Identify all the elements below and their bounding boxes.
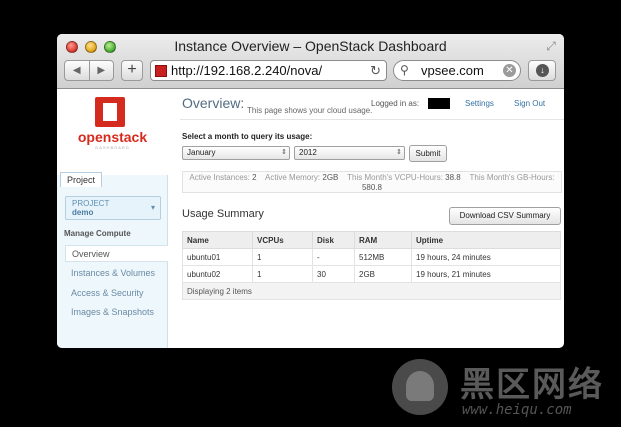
table-row[interactable]: ubuntu01 1 - 512MB 19 hours, 24 minutes	[182, 248, 561, 266]
logo-text: openstack	[77, 129, 148, 145]
active-memory-label: Active Memory:	[265, 173, 321, 182]
cell-ram: 512MB	[354, 248, 412, 266]
page-content: openstack DASHBOARD Project PROJECT demo…	[57, 89, 564, 348]
settings-link[interactable]: Settings	[465, 99, 494, 108]
reload-icon[interactable]: ↻	[370, 63, 381, 79]
column-header-name[interactable]: Name	[182, 231, 253, 249]
cell-name: ubuntu01	[182, 248, 253, 266]
cell-uptime: 19 hours, 24 minutes	[411, 248, 561, 266]
cell-disk: -	[312, 248, 355, 266]
search-icon[interactable]: ⚲	[400, 63, 409, 77]
openstack-logo[interactable]: openstack DASHBOARD	[57, 89, 168, 175]
watermark-logo-icon	[392, 359, 448, 415]
sidebar-item-images-snapshots[interactable]: Images & Snapshots	[65, 304, 168, 321]
vcpu-hours-label: This Month's VCPU-Hours:	[347, 173, 443, 182]
cell-name: ubuntu02	[182, 265, 253, 283]
cell-uptime: 19 hours, 21 minutes	[411, 265, 561, 283]
manage-compute-heading: Manage Compute	[64, 229, 131, 238]
main-content: Overview: This page shows your cloud usa…	[168, 89, 564, 348]
sidebar: openstack DASHBOARD Project PROJECT demo…	[57, 89, 168, 348]
project-select-value: demo	[72, 208, 94, 217]
tab-project[interactable]: Project	[60, 172, 103, 187]
forward-arrow-icon[interactable]: ▶	[90, 61, 114, 80]
watermark-cn-text: 黑区网络	[460, 365, 604, 405]
browser-window: Instance Overview – OpenStack Dashboard …	[57, 34, 564, 348]
fullscreen-icon[interactable]: ⤢	[544, 39, 558, 53]
submit-button[interactable]: Submit	[409, 145, 447, 162]
project-select-label: PROJECT	[72, 199, 110, 208]
column-header-uptime[interactable]: Uptime	[411, 231, 561, 249]
gb-hours-value: 580.8	[361, 183, 383, 192]
year-select-value: 2012	[299, 148, 317, 157]
watermark: 黑区网络 www.heiqu.com	[392, 355, 618, 425]
search-text[interactable]: vpsee.com	[421, 63, 484, 78]
year-select[interactable]: 2012 ⇕	[294, 146, 405, 160]
sidebar-item-access-security[interactable]: Access & Security	[65, 285, 168, 302]
back-forward-buttons: ◀ ▶	[64, 60, 114, 81]
month-select[interactable]: January ⇕	[182, 146, 290, 160]
vcpu-hours-value: 38.8	[445, 173, 461, 182]
column-header-disk[interactable]: Disk	[312, 231, 355, 249]
window-title: Instance Overview – OpenStack Dashboard	[174, 38, 447, 54]
gb-hours-label: This Month's GB-Hours:	[469, 173, 555, 182]
sidebar-item-instances-volumes[interactable]: Instances & Volumes	[65, 265, 168, 282]
select-arrows-icon: ⇕	[281, 149, 287, 156]
project-select[interactable]: PROJECT demo ▾	[65, 196, 161, 220]
cell-ram: 2GB	[354, 265, 412, 283]
address-bar[interactable]: http://192.168.2.240/nova/ ↻	[150, 60, 387, 81]
select-arrows-icon: ⇕	[396, 149, 402, 156]
sidebar-item-overview[interactable]: Overview	[65, 245, 168, 262]
cell-vcpus: 1	[252, 265, 313, 283]
logo-tagline: DASHBOARD	[95, 145, 130, 150]
item-count: Displaying 2 items	[182, 282, 561, 300]
favicon-icon	[155, 65, 167, 77]
active-instances-value: 2	[252, 173, 257, 182]
back-arrow-icon[interactable]: ◀	[65, 61, 90, 80]
cell-vcpus: 1	[252, 248, 313, 266]
url-text[interactable]: http://192.168.2.240/nova/	[171, 63, 322, 78]
table-row[interactable]: ubuntu02 1 30 2GB 19 hours, 21 minutes	[182, 265, 561, 283]
browser-titlebar: Instance Overview – OpenStack Dashboard …	[57, 34, 564, 89]
month-query-label: Select a month to query its usage:	[182, 132, 313, 141]
logged-in-label: Logged in as:	[371, 99, 420, 108]
usage-table: Name VCPUs Disk RAM Uptime ubuntu01 1 - …	[182, 231, 561, 300]
header-divider	[180, 119, 564, 120]
openstack-logo-mark	[95, 97, 125, 127]
search-field[interactable]: ⚲ vpsee.com ✕	[393, 60, 521, 81]
download-csv-button[interactable]: Download CSV Summary	[449, 207, 561, 225]
sign-out-link[interactable]: Sign Out	[514, 99, 545, 108]
download-icon: ↓	[536, 64, 549, 77]
clear-search-icon[interactable]: ✕	[503, 64, 516, 77]
column-header-ram[interactable]: RAM	[354, 231, 412, 249]
cell-disk: 30	[312, 265, 355, 283]
active-memory-value: 2GB	[322, 173, 339, 182]
add-bookmark-button[interactable]: +	[121, 60, 143, 81]
username-redacted	[428, 98, 450, 109]
column-header-vcpus[interactable]: VCPUs	[252, 231, 313, 249]
chevron-down-icon: ▾	[150, 203, 155, 212]
downloads-button[interactable]: ↓	[528, 60, 556, 81]
month-select-value: January	[187, 148, 216, 157]
usage-summary-title: Usage Summary	[182, 208, 264, 220]
watermark-url: www.heiqu.com	[462, 402, 572, 418]
active-instances-label: Active Instances:	[189, 173, 250, 182]
usage-stats-box: Active Instances: 2 Active Memory: 2GB T…	[182, 171, 562, 193]
table-header-row: Name VCPUs Disk RAM Uptime	[182, 231, 561, 249]
table-footer-row: Displaying 2 items	[182, 282, 561, 300]
